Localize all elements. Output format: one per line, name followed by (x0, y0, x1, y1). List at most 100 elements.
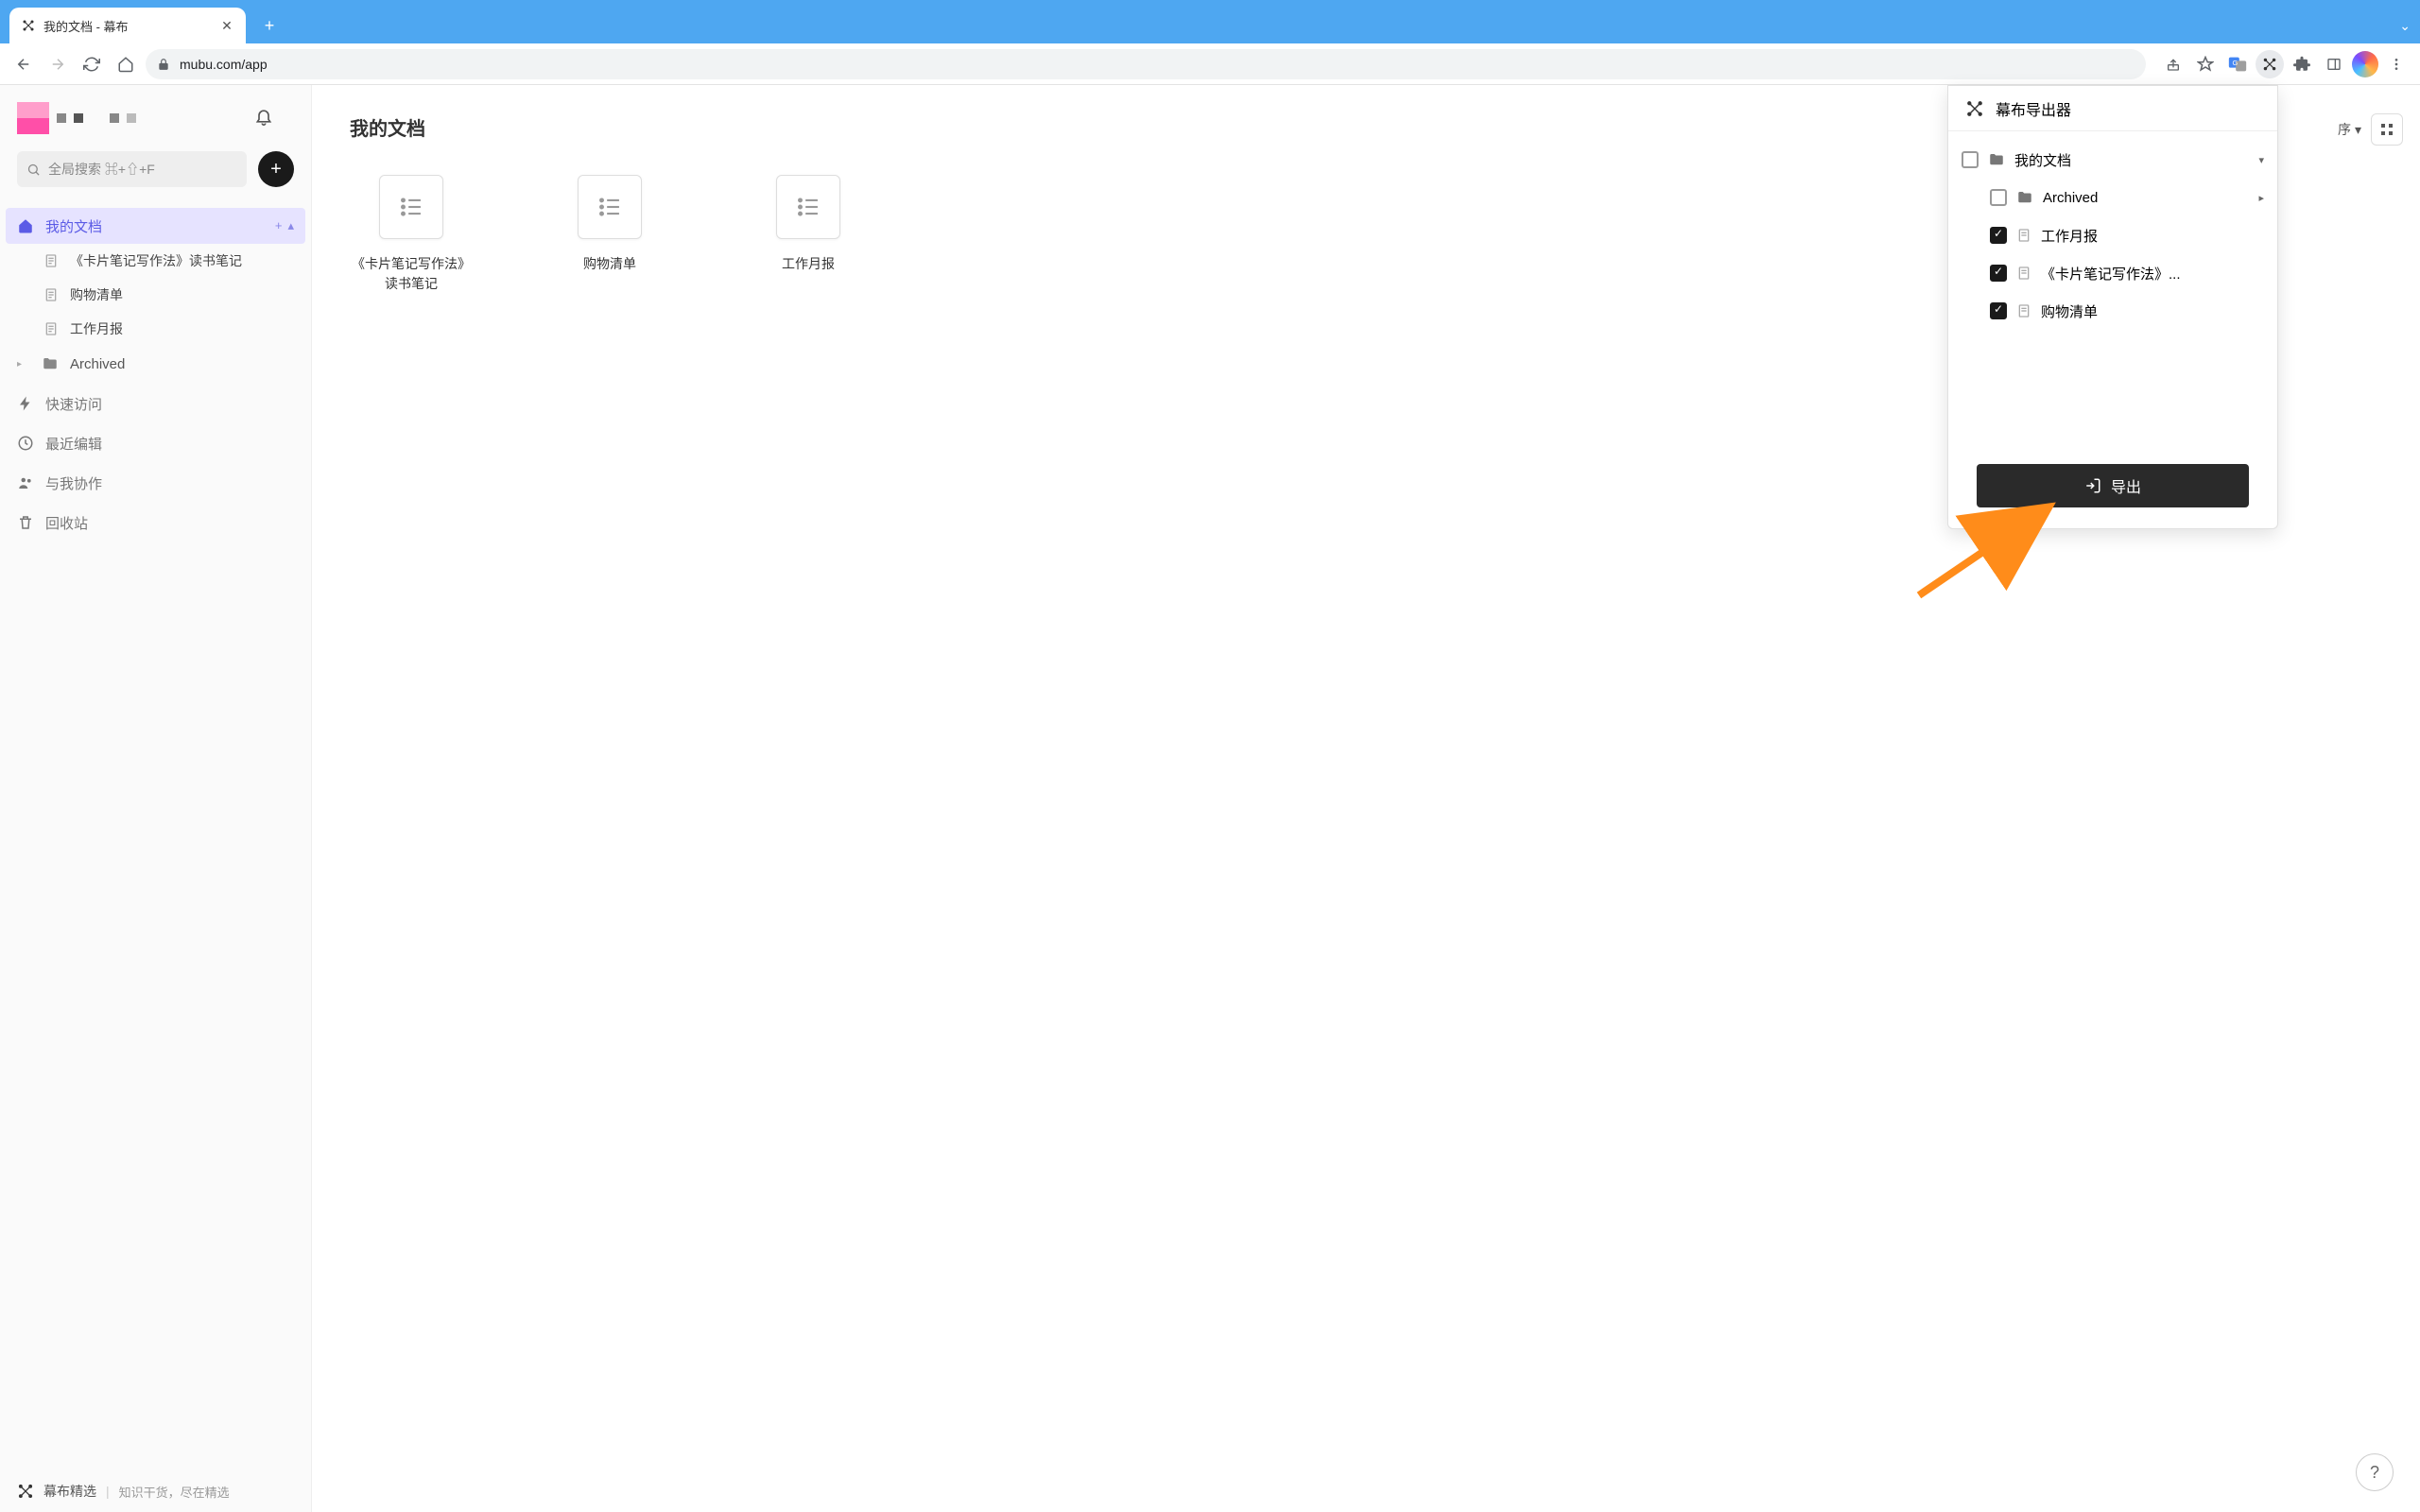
document-name: 购物清单 (548, 254, 671, 274)
back-button[interactable] (9, 50, 38, 78)
footer-sub: 知识干货，尽在精选 (119, 1483, 230, 1501)
search-icon (26, 163, 41, 177)
chevron-right-icon[interactable]: ▸ (2258, 192, 2264, 204)
ext-tree-label: 我的文档 (2014, 150, 2071, 170)
view-toggle-button[interactable] (2371, 113, 2403, 146)
ext-tree-label: 工作月报 (2041, 226, 2098, 246)
export-icon (2084, 477, 2101, 494)
sidebar-item-label: 回收站 (45, 513, 88, 533)
document-thumbnail-icon (578, 175, 642, 239)
mubu-exporter-extension-icon[interactable] (2256, 50, 2284, 78)
tab-title: 我的文档 - 幕布 (43, 17, 219, 35)
sidebar-item-recent[interactable]: 最近编辑 (0, 425, 311, 461)
chevron-down-icon[interactable]: ▾ (2258, 154, 2264, 166)
sidebar-item-my-docs[interactable]: 我的文档 + ▴ (6, 208, 305, 244)
document-card[interactable]: 购物清单 (548, 175, 671, 294)
help-button[interactable]: ? (2356, 1453, 2394, 1491)
ext-tree-item[interactable]: 《卡片笔记写作法》... (1948, 254, 2277, 292)
checkbox-checked[interactable] (1990, 265, 2007, 282)
sidebar-item-label: Archived (70, 356, 125, 372)
document-card[interactable]: 《卡片笔记写作法》读书笔记 (350, 175, 473, 294)
sidebar-item-quick-access[interactable]: 快速访问 (0, 386, 311, 421)
browser-titlebar: 我的文档 - 幕布 ✕ + ⌄ (0, 0, 2420, 43)
trash-icon (17, 514, 34, 531)
folder-icon (42, 355, 59, 372)
expand-icon[interactable]: ▸ (17, 359, 30, 369)
sidebar-doc-label: 《卡片笔记写作法》读书笔记 (70, 251, 242, 270)
extension-popup: 幕布导出器 我的文档 ▾ Archived ▸ 工 (1947, 85, 2278, 529)
checkbox-checked[interactable] (1990, 227, 2007, 244)
home-icon (17, 217, 34, 234)
sidebar-item-trash[interactable]: 回收站 (0, 505, 311, 541)
sidebar-doc-label: 工作月报 (70, 319, 123, 338)
ext-tree-item[interactable]: 工作月报 (1948, 216, 2277, 254)
sidebar-item-label: 快速访问 (45, 394, 102, 414)
extension-header: 幕布导出器 (1948, 86, 2277, 131)
bookmark-icon[interactable] (2191, 50, 2220, 78)
checkbox-unchecked[interactable] (1990, 189, 2007, 206)
search-input[interactable]: 全局搜索 ⌘+⇧+F (17, 151, 247, 187)
profile-avatar[interactable] (2352, 51, 2378, 77)
ext-tree-label: 购物清单 (2041, 301, 2098, 321)
extension-logo-icon (1965, 99, 1984, 118)
ext-tree-root[interactable]: 我的文档 ▾ (1948, 141, 2277, 179)
ext-tree-label: 《卡片笔记写作法》... (2041, 264, 2181, 284)
sidepanel-icon[interactable] (2320, 50, 2348, 78)
document-icon (2016, 228, 2031, 243)
search-placeholder: 全局搜索 ⌘+⇧+F (48, 160, 155, 179)
sidebar-doc-label: 购物清单 (70, 285, 123, 304)
sidebar-item-label: 我的文档 (45, 216, 102, 236)
home-button[interactable] (112, 50, 140, 78)
document-icon (43, 253, 59, 268)
document-thumbnail-icon (379, 175, 443, 239)
document-name: 工作月报 (747, 254, 870, 274)
checkbox-unchecked[interactable] (1962, 151, 1979, 168)
sidebar-doc-item[interactable]: 购物清单 (43, 278, 311, 312)
footer-main: 幕布精选 (43, 1482, 96, 1501)
document-card[interactable]: 工作月报 (747, 175, 870, 294)
new-tab-button[interactable]: + (255, 11, 284, 40)
svg-text:G: G (2233, 58, 2238, 66)
document-icon (43, 321, 59, 336)
people-icon (17, 474, 34, 491)
document-icon (2016, 266, 2031, 281)
checkbox-checked[interactable] (1990, 302, 2007, 319)
document-thumbnail-icon (776, 175, 840, 239)
export-button[interactable]: 导出 (1977, 464, 2249, 507)
ext-tree-item[interactable]: 购物清单 (1948, 292, 2277, 330)
sort-label: 序 (2338, 120, 2351, 139)
sidebar-item-label: 最近编辑 (45, 434, 102, 454)
sidebar: 全局搜索 ⌘+⇧+F + 我的文档 + ▴ 《卡片笔记写作法》读书笔记 (0, 85, 312, 1512)
sort-button[interactable]: 序 ▾ (2338, 120, 2361, 139)
collapse-icon[interactable]: ▴ (287, 218, 294, 233)
translate-icon[interactable]: G (2223, 50, 2252, 78)
menu-icon[interactable] (2382, 50, 2411, 78)
tabs-dropdown-icon[interactable]: ⌄ (2399, 18, 2411, 34)
sidebar-footer[interactable]: 幕布精选 | 知识干货，尽在精选 (17, 1482, 230, 1501)
export-label: 导出 (2111, 474, 2141, 497)
sidebar-item-shared[interactable]: 与我协作 (0, 465, 311, 501)
new-document-button[interactable]: + (258, 151, 294, 187)
browser-tab[interactable]: 我的文档 - 幕布 ✕ (9, 8, 246, 43)
sidebar-item-label: 与我协作 (45, 473, 102, 493)
close-icon[interactable]: ✕ (219, 18, 234, 33)
share-icon[interactable] (2159, 50, 2187, 78)
sidebar-doc-item[interactable]: 工作月报 (43, 312, 311, 346)
reload-button[interactable] (78, 50, 106, 78)
bolt-icon (17, 395, 34, 412)
extensions-icon[interactable] (2288, 50, 2316, 78)
sidebar-doc-item[interactable]: 《卡片笔记写作法》读书笔记 (43, 244, 311, 278)
grid-icon (2380, 123, 2394, 136)
url-text: mubu.com/app (180, 57, 268, 72)
notifications-icon[interactable] (254, 107, 273, 126)
ext-tree-folder[interactable]: Archived ▸ (1948, 179, 2277, 216)
address-bar[interactable]: mubu.com/app (146, 49, 2146, 79)
mubu-logo-icon (17, 1483, 34, 1500)
document-icon (43, 287, 59, 302)
app-container: 全局搜索 ⌘+⇧+F + 我的文档 + ▴ 《卡片笔记写作法》读书笔记 (0, 85, 2420, 1512)
add-child-icon[interactable]: + (275, 218, 283, 233)
workspace-name-redacted (57, 113, 136, 123)
forward-button[interactable] (43, 50, 72, 78)
sidebar-folder-archived[interactable]: ▸ Archived (0, 346, 311, 382)
ext-tree-label: Archived (2043, 190, 2098, 206)
